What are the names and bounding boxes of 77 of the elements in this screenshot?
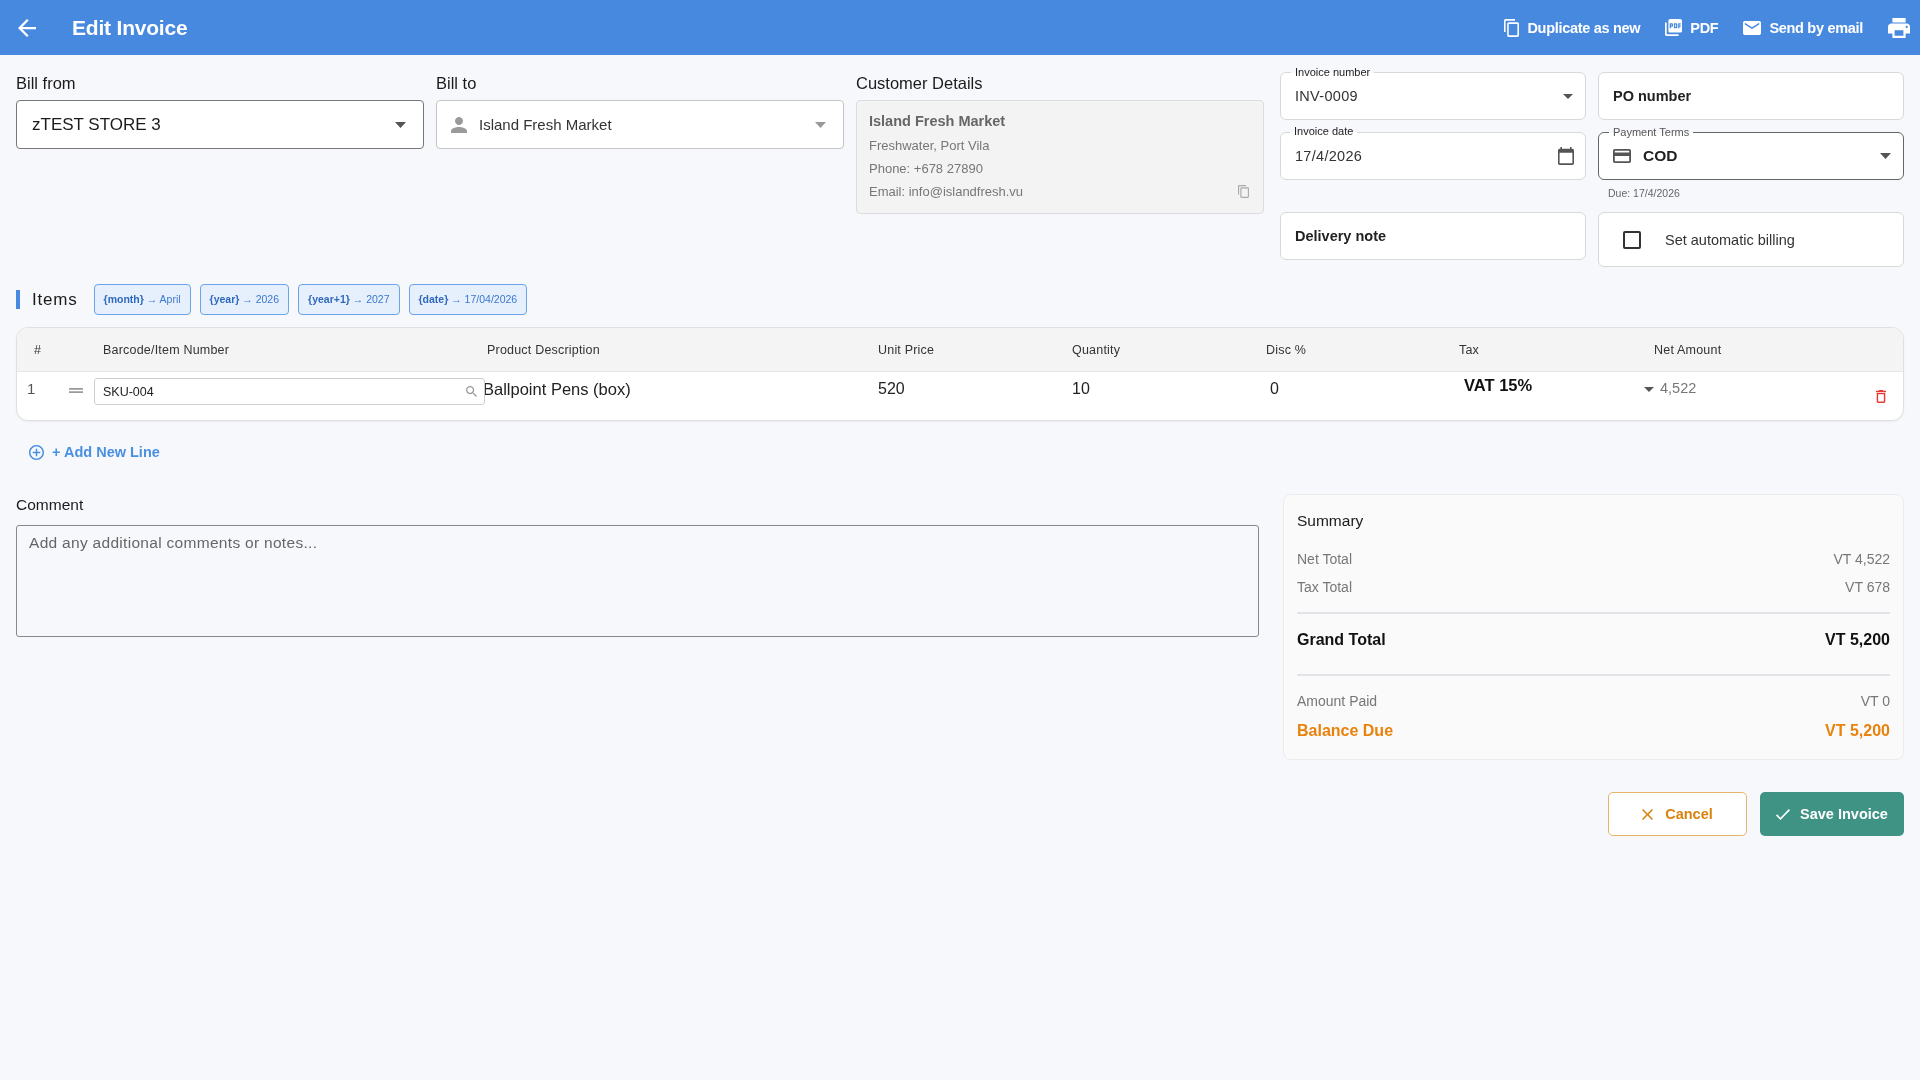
bill-to-dropdown[interactable]: Island Fresh Market	[436, 100, 844, 149]
column-header: Unit Price	[878, 342, 936, 357]
trash-icon[interactable]	[1876, 390, 1886, 403]
field-label: Invoice number	[1291, 66, 1375, 79]
variable-chip[interactable]: {month} → April	[93, 284, 191, 315]
caret-icon	[815, 121, 826, 128]
copy-icon[interactable]	[1238, 185, 1249, 198]
printer-icon[interactable]	[1888, 17, 1910, 38]
page-title: Edit Invoice	[72, 15, 188, 40]
bill-from-dropdown[interactable]: zTEST STORE 3	[16, 100, 424, 149]
save-button[interactable]: Save Invoice	[1760, 792, 1904, 836]
barcode-input[interactable]: SKU-004	[94, 378, 485, 405]
summary-value: VT 0	[1860, 692, 1890, 711]
customer-detail-text: Phone: +678 27890	[869, 160, 984, 178]
table-cell-text: 0	[1269, 379, 1280, 399]
caret-icon	[1880, 153, 1891, 159]
check-icon	[1776, 808, 1791, 820]
credit-card-icon	[1613, 149, 1631, 163]
summary-value: VT 5,200	[1825, 721, 1890, 741]
table-cell-text: 520	[878, 379, 906, 399]
delivery-note-field[interactable]: Delivery note	[1280, 212, 1586, 260]
caret-icon	[1563, 93, 1573, 99]
caret-icon	[395, 121, 406, 128]
due-date-text: Due: 17/4/2026	[1608, 186, 1681, 200]
close-icon	[1642, 808, 1654, 820]
checkbox-label: Set automatic billing	[1665, 231, 1795, 248]
variable-chip[interactable]: {year} → 2026	[199, 284, 290, 315]
column-header: Net Amount	[1654, 342, 1723, 357]
cancel-button[interactable]: Cancel	[1608, 792, 1747, 836]
checkbox[interactable]	[1623, 230, 1641, 249]
field-label: Bill from	[16, 73, 77, 93]
summary-value: VT 4,522	[1833, 550, 1890, 569]
variable-chip[interactable]: {date} → 17/04/2026	[408, 284, 528, 315]
search-icon[interactable]	[466, 386, 477, 397]
summary-label: Grand Total	[1297, 630, 1386, 650]
summary-value: VT 5,200	[1825, 630, 1890, 650]
summary-title: Summary	[1297, 511, 1365, 531]
po-number-field[interactable]: PO number	[1598, 72, 1904, 120]
customer-detail-text: Freshwater, Port Vila	[869, 137, 991, 155]
drag-handle-icon[interactable]	[69, 388, 83, 393]
left-arrow-icon[interactable]	[18, 18, 36, 37]
field-label: Payment Terms	[1609, 126, 1694, 139]
summary-label: Tax Total	[1297, 578, 1352, 597]
column-header: Disc %	[1266, 342, 1308, 357]
section-title: Items	[16, 290, 78, 309]
person-icon	[451, 116, 467, 133]
customer-name: Island Fresh Market	[869, 112, 1007, 130]
field-label: Bill to	[436, 73, 478, 93]
section-title: Customer Details	[856, 73, 984, 93]
table-cell-text: 4,522	[1659, 379, 1698, 398]
pdf-file-icon	[1665, 19, 1683, 36]
caret-icon[interactable]	[1644, 387, 1654, 392]
send-email-button[interactable]: Send by email	[1743, 13, 1863, 42]
add-line-button[interactable]: + Add New Line	[16, 440, 160, 464]
calendar-icon[interactable]	[1558, 147, 1574, 165]
column-header: Tax	[1459, 342, 1481, 357]
summary-label: Balance Due	[1297, 721, 1394, 741]
summary-value: VT 678	[1845, 578, 1890, 597]
envelope-icon	[1743, 20, 1762, 35]
comment-field[interactable]: Add any additional comments or notes...	[16, 525, 1259, 637]
column-header: Barcode/Item Number	[102, 342, 231, 357]
row-number: 1	[26, 379, 37, 399]
column-header: #	[33, 342, 43, 357]
pdf-button[interactable]: PDF	[1665, 13, 1719, 42]
summary-label: Net Total	[1297, 550, 1352, 569]
table-cell-text: Ballpoint Pens (box)	[483, 379, 632, 399]
duplicate-button[interactable]: Duplicate as new	[1504, 13, 1641, 42]
field-label: Comment	[16, 495, 85, 515]
tax-dropdown[interactable]: VAT 15%	[1464, 376, 1533, 394]
copy-icon	[1504, 18, 1520, 37]
variable-chip[interactable]: {year+1} → 2027	[298, 284, 400, 315]
customer-detail-text: Email: info@islandfresh.vu	[869, 183, 1025, 201]
table-cell-text: 10	[1072, 379, 1091, 399]
summary-label: Amount Paid	[1297, 692, 1378, 711]
field-label: Invoice date	[1290, 125, 1358, 138]
column-header: Product Description	[487, 342, 601, 357]
column-header: Quantity	[1072, 342, 1122, 357]
